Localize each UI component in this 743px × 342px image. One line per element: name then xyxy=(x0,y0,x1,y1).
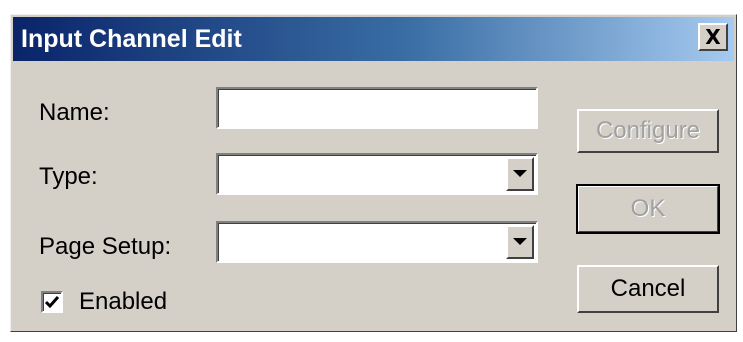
window-title: Input Channel Edit xyxy=(21,25,242,53)
type-label: Type: xyxy=(39,163,98,190)
checkmark-icon xyxy=(45,296,59,308)
type-dropdown-button[interactable] xyxy=(506,157,534,191)
cancel-button[interactable]: Cancel xyxy=(577,265,719,313)
enabled-label[interactable]: Enabled xyxy=(79,288,167,316)
configure-button[interactable]: Configure xyxy=(577,109,719,153)
title-bar[interactable]: Input Channel Edit X xyxy=(13,17,734,61)
page-setup-select[interactable] xyxy=(216,221,538,263)
input-channel-edit-dialog: Input Channel Edit X Name: Type: Page Se… xyxy=(10,14,737,332)
close-icon: X xyxy=(705,25,721,49)
page-setup-dropdown-button[interactable] xyxy=(506,225,534,259)
close-button[interactable]: X xyxy=(698,23,728,51)
name-label: Name: xyxy=(39,99,110,126)
chevron-down-icon xyxy=(513,238,527,245)
chevron-down-icon xyxy=(513,170,527,177)
ok-button[interactable]: OK xyxy=(576,184,720,234)
enabled-checkbox[interactable] xyxy=(41,291,63,313)
type-select[interactable] xyxy=(216,153,538,195)
name-field[interactable] xyxy=(216,87,538,129)
page-setup-label: Page Setup: xyxy=(39,233,172,260)
